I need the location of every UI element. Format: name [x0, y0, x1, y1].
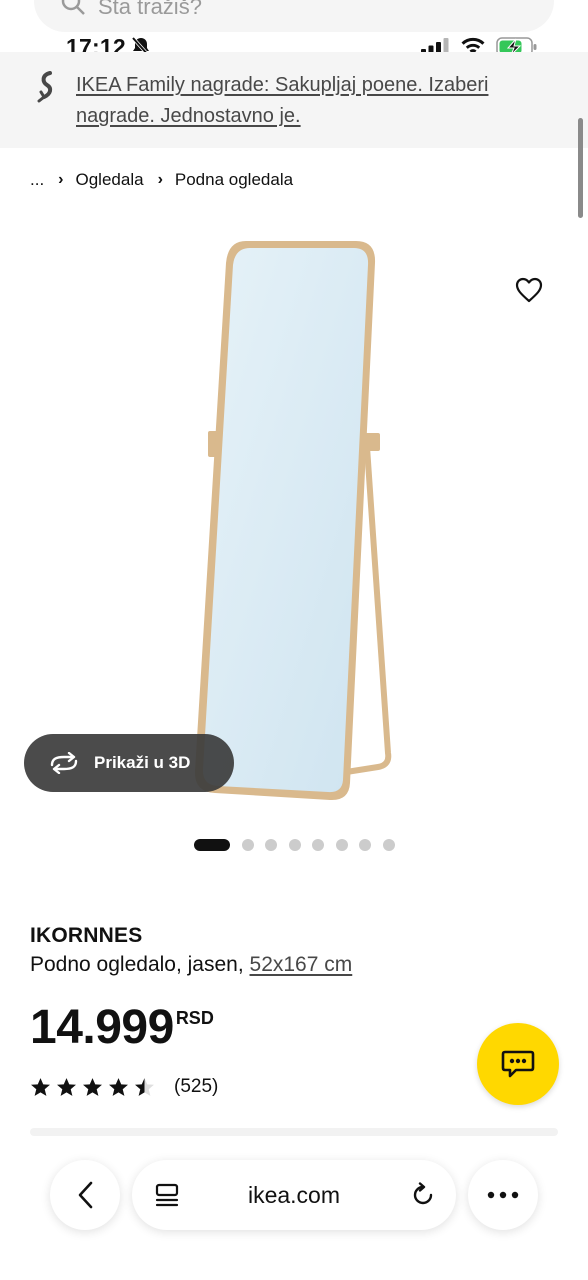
product-price: 14.999 RSD: [30, 1000, 214, 1056]
search-bar[interactable]: Šta tražiš?: [34, 0, 554, 32]
favorite-button[interactable]: [510, 271, 548, 309]
chevron-right-icon: ›: [58, 171, 64, 188]
section-divider: [30, 1128, 558, 1136]
carousel-dot[interactable]: [359, 839, 371, 851]
star-icon: [57, 1078, 76, 1096]
product-rating[interactable]: (525): [30, 1076, 218, 1098]
breadcrumb: ... › Ogledala › Podna ogledala: [30, 168, 293, 192]
reload-icon[interactable]: [410, 1182, 436, 1208]
chat-icon: [501, 1050, 535, 1078]
carousel-dot[interactable]: [194, 839, 230, 851]
review-count[interactable]: (525): [174, 1076, 218, 1098]
star-icon: [83, 1078, 102, 1096]
carousel-dot[interactable]: [241, 839, 254, 851]
carousel-dot[interactable]: [312, 839, 324, 851]
breadcrumb-item-ogledala[interactable]: Ogledala: [76, 170, 144, 190]
star-icon: [109, 1078, 128, 1096]
star-icon: [135, 1078, 154, 1096]
more-button[interactable]: [468, 1160, 538, 1230]
search-placeholder: Šta tražiš?: [98, 0, 202, 19]
product-image: [194, 241, 392, 801]
promo-banner[interactable]: IKEA Family nagrade: Sakupljaj poene. Iz…: [0, 52, 588, 148]
product-gallery[interactable]: Prikaži u 3D: [0, 215, 588, 815]
address-bar[interactable]: ikea.com: [132, 1160, 456, 1230]
view-3d-label: Prikaži u 3D: [94, 753, 191, 772]
promo-link[interactable]: IKEA Family nagrade: Sakupljaj poene. Iz…: [76, 70, 546, 132]
chevron-right-icon: ›: [157, 171, 163, 188]
more-icon: [487, 1191, 519, 1199]
url-text: ikea.com: [247, 1182, 341, 1208]
price-amount: 14.999: [30, 1001, 174, 1054]
breadcrumb-item-podna-ogledala[interactable]: Podna ogledala: [175, 170, 293, 190]
heart-icon: [515, 277, 543, 303]
back-button[interactable]: [50, 1160, 120, 1230]
product-name[interactable]: IKORNNES: [30, 924, 142, 948]
product-type: Podno ogledalo, jasen,: [30, 953, 244, 976]
carousel-indicator[interactable]: [194, 839, 406, 851]
scrollbar[interactable]: [578, 118, 583, 218]
carousel-dot[interactable]: [265, 839, 277, 851]
back-icon: [78, 1181, 93, 1209]
breadcrumb-ellipsis[interactable]: ...: [30, 170, 44, 190]
rotate-3d-icon: [50, 752, 78, 774]
price-currency: RSD: [175, 1008, 214, 1028]
product-size-link[interactable]: 52x167 cm: [250, 953, 353, 976]
family-link-icon: [37, 71, 53, 103]
browser-toolbar: ikea.com: [0, 1140, 588, 1280]
carousel-dot[interactable]: [288, 839, 301, 851]
chat-button[interactable]: [477, 1023, 559, 1105]
carousel-dot[interactable]: [382, 839, 395, 851]
star-icon: [31, 1078, 50, 1096]
view-3d-button[interactable]: Prikaži u 3D: [24, 734, 234, 792]
search-icon: [61, 0, 85, 15]
carousel-dot[interactable]: [335, 839, 348, 851]
product-description: Podno ogledalo, jasen, 52x167 cm: [30, 953, 352, 977]
